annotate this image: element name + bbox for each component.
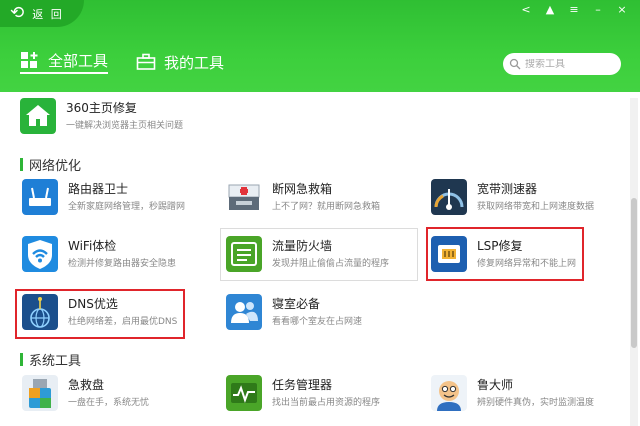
tool-title: 急救盘	[68, 377, 105, 392]
header-bar: ⟲ 返 回 < ▲ ≡ – × 全部工具 我的工具	[0, 0, 640, 92]
usb-drive-icon	[22, 375, 58, 411]
minimize-icon[interactable]: –	[588, 2, 608, 18]
tool-desc: 一盘在手，系统无忧	[68, 397, 150, 408]
tab-my-tools[interactable]: 我的工具	[136, 50, 224, 74]
search-input[interactable]	[525, 58, 615, 70]
section-marker	[20, 158, 23, 171]
tool-title: 任务管理器	[272, 377, 333, 392]
tool-item-bandwidth-test[interactable]: 宽带测速器 获取网络带宽和上网速度数据	[431, 179, 594, 215]
section-title: 网络优化	[29, 159, 82, 174]
highlight-box-lsp	[426, 227, 584, 281]
first-aid-kit-icon	[226, 179, 262, 215]
share-icon[interactable]: <	[516, 2, 536, 18]
tool-desc: 发现并阻止偷偷占流量的程序	[272, 258, 390, 269]
section-title: 系统工具	[29, 354, 82, 369]
task-manager-icon	[226, 375, 262, 411]
window-controls: < ▲ ≡ – ×	[516, 2, 632, 18]
tool-title: 寝室必备	[272, 296, 321, 311]
section-network-optimization: 网络优化	[20, 155, 81, 174]
tool-title: 流量防火墙	[272, 238, 333, 253]
tool-desc: 全新家庭网络管理，秒踢蹭网	[68, 201, 186, 212]
tool-item-task-manager[interactable]: 任务管理器 找出当前最占用资源的程序	[226, 375, 380, 411]
tool-desc: 看看哪个室友在占网速	[272, 316, 363, 327]
tool-title: 断网急救箱	[272, 181, 333, 196]
scrollbar-thumb[interactable]	[631, 198, 637, 348]
section-system-tools: 系统工具	[20, 350, 81, 369]
back-button[interactable]: ⟲ 返 回	[0, 0, 84, 27]
tool-title: WiFi体检	[68, 238, 117, 253]
search-box[interactable]	[503, 53, 621, 75]
search-icon	[509, 58, 521, 70]
grid-plus-icon	[21, 52, 38, 68]
tool-desc: 检测并修复路由器安全隐患	[68, 258, 177, 269]
tool-title: 鲁大师	[477, 377, 514, 392]
tool-desc: 一键解决浏览器主页相关问题	[66, 120, 184, 131]
ludashi-icon	[431, 375, 467, 411]
back-arrow-icon: ⟲	[10, 3, 25, 23]
tab-all-tools-label: 全部工具	[48, 51, 109, 70]
menu-icon[interactable]: ≡	[564, 2, 584, 18]
back-label: 返 回	[32, 7, 64, 21]
home-repair-icon	[20, 98, 56, 134]
tool-item-traffic-firewall[interactable]: 流量防火墙 发现并阻止偷偷占流量的程序	[226, 236, 389, 272]
speedometer-icon	[431, 179, 467, 215]
tab-my-tools-label: 我的工具	[164, 53, 225, 72]
tool-title: 360主页修复	[66, 100, 137, 115]
close-icon[interactable]: ×	[612, 2, 632, 18]
tab-all-tools[interactable]: 全部工具	[20, 50, 109, 74]
tool-desc: 获取网络带宽和上网速度数据	[477, 201, 595, 212]
tab-bar: 全部工具 我的工具	[20, 50, 224, 74]
traffic-firewall-icon	[226, 236, 262, 272]
tool-item-ludashi[interactable]: 鲁大师 辨别硬件真伪，实时监测温度	[431, 375, 594, 411]
wifi-shield-icon	[22, 236, 58, 272]
tool-item-router-guard[interactable]: 路由器卫士 全新家庭网络管理，秒踢蹭网	[22, 179, 185, 215]
section-marker	[20, 353, 23, 366]
tool-title: 路由器卫士	[68, 181, 129, 196]
tool-item-dorm-essential[interactable]: 寝室必备 看看哪个室友在占网速	[226, 294, 362, 330]
tool-title: 宽带测速器	[477, 181, 538, 196]
tool-item-homepage-repair[interactable]: 360主页修复 一键解决浏览器主页相关问题	[20, 98, 183, 134]
tool-item-wifi-check[interactable]: WiFi体检 检测并修复路由器安全隐患	[22, 236, 176, 272]
roommates-icon	[226, 294, 262, 330]
highlight-box-dns	[15, 289, 185, 339]
tool-desc: 上不了网？就用断网急救箱	[272, 201, 381, 212]
scrollbar-track[interactable]	[630, 98, 638, 426]
router-icon	[22, 179, 58, 215]
tool-item-network-first-aid[interactable]: 断网急救箱 上不了网？就用断网急救箱	[226, 179, 380, 215]
tool-desc: 找出当前最占用资源的程序	[272, 397, 381, 408]
tool-desc: 辨别硬件真伪，实时监测温度	[477, 397, 595, 408]
shirt-icon[interactable]: ▲	[540, 2, 560, 18]
tool-item-rescue-disk[interactable]: 急救盘 一盘在手，系统无忧	[22, 375, 149, 411]
toolbox-icon	[136, 53, 156, 70]
